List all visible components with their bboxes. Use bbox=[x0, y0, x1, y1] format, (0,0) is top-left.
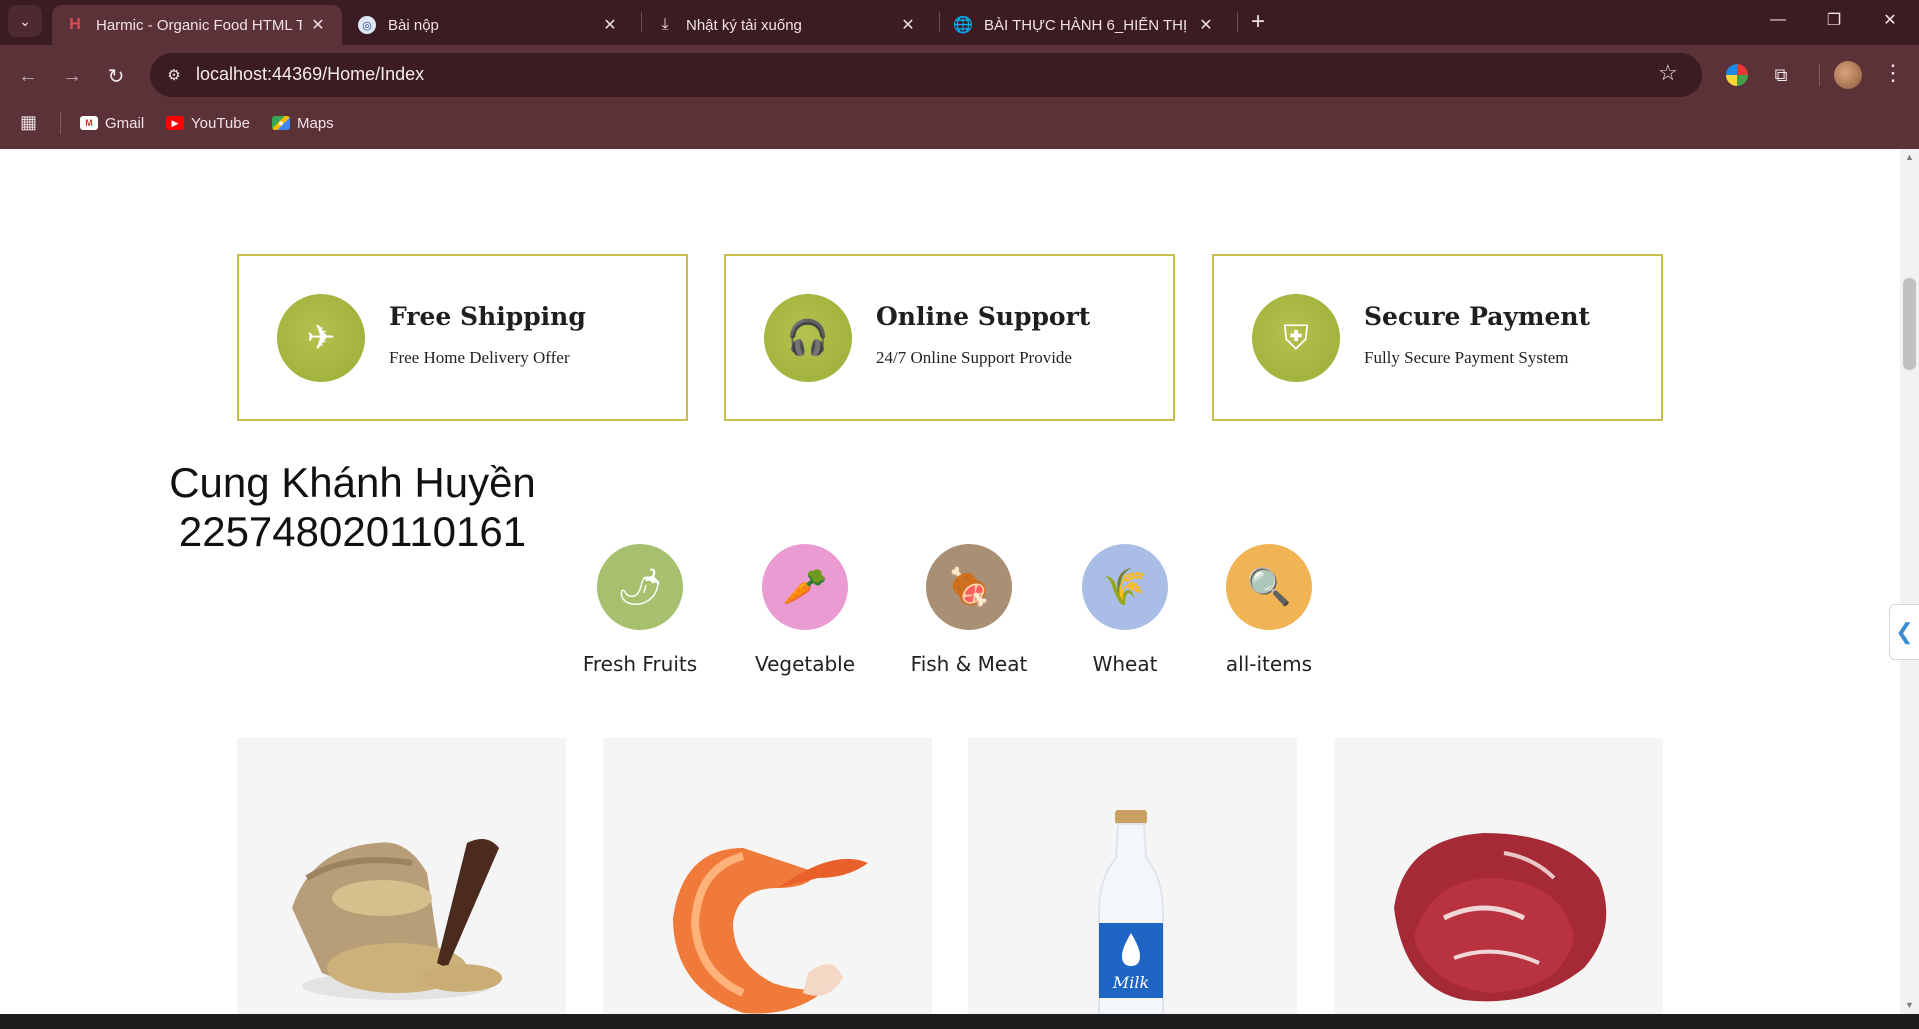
product-card-meat[interactable] bbox=[1334, 738, 1663, 1018]
tab-search-button[interactable]: ⌄ bbox=[8, 5, 42, 37]
download-icon: ⤓ bbox=[661, 16, 669, 33]
grain-sack-image bbox=[292, 839, 502, 1000]
tab-title: Harmic - Organic Food HTML Te bbox=[96, 16, 302, 34]
all-items-icon: 🔍 bbox=[1226, 544, 1312, 630]
plus-icon: + bbox=[1250, 8, 1265, 35]
tab-title: BÀI THỰC HÀNH 6_HIỂN THỊ CÁ bbox=[984, 16, 1190, 34]
youtube-icon: ▶ bbox=[166, 116, 184, 130]
toolbar-separator bbox=[1804, 60, 1834, 90]
tab-bai-nop[interactable]: ◎ Bài nộp ✕ bbox=[344, 5, 634, 45]
os-taskbar bbox=[0, 1014, 1919, 1029]
raw-meat-image bbox=[1394, 833, 1607, 1002]
feature-subtitle: Free Home Delivery Offer bbox=[389, 348, 570, 367]
feature-secure-payment: ⛨ Secure Payment Fully Secure Payment Sy… bbox=[1212, 254, 1663, 421]
bookmark-label: YouTube bbox=[191, 114, 250, 132]
tab-title: Nhật ký tải xuống bbox=[686, 16, 802, 34]
bookmark-star-icon[interactable]: ☆ bbox=[1658, 60, 1678, 86]
tab-harmic[interactable]: H Harmic - Organic Food HTML Te ✕ bbox=[52, 5, 342, 45]
extensions-puzzle-icon[interactable]: ⧉ bbox=[1766, 60, 1796, 90]
headset-icon: 🎧 bbox=[764, 294, 852, 382]
bookmark-label: Gmail bbox=[105, 114, 145, 132]
svg-text:Milk: Milk bbox=[1112, 973, 1149, 992]
new-tab-button[interactable]: + bbox=[1244, 8, 1272, 36]
product-card-milk[interactable]: Milk bbox=[968, 738, 1297, 1018]
feature-free-shipping: ✈ Free Shipping Free Home Delivery Offer bbox=[237, 254, 688, 421]
profile-avatar[interactable] bbox=[1834, 61, 1862, 89]
tab-title: Bài nộp bbox=[388, 16, 439, 34]
student-info: Cung Khánh Huyền 225748020110161 bbox=[140, 458, 565, 556]
restore-icon: ❐ bbox=[1826, 12, 1842, 29]
chevron-left-icon: ❮ bbox=[1895, 619, 1914, 644]
site-info-button[interactable]: ⚙ bbox=[160, 61, 188, 89]
minimize-button[interactable]: — bbox=[1750, 0, 1806, 40]
category-all-items[interactable]: 🔍 all-items bbox=[1199, 544, 1339, 676]
apps-grid-icon[interactable]: ▦ bbox=[20, 112, 37, 133]
shield-icon: ⛨ bbox=[1252, 294, 1340, 382]
restore-button[interactable]: ❐ bbox=[1806, 0, 1862, 40]
close-icon[interactable]: ✕ bbox=[1196, 15, 1216, 35]
forward-button[interactable]: → bbox=[56, 60, 88, 92]
url-text[interactable]: localhost:44369/Home/Index bbox=[196, 64, 424, 85]
category-wheat[interactable]: 🌾 Wheat bbox=[1055, 544, 1195, 676]
feature-online-support: 🎧 Online Support 24/7 Online Support Pro… bbox=[724, 254, 1175, 421]
tab-bar: ⌄ H Harmic - Organic Food HTML Te ✕ ◎ Bà… bbox=[0, 0, 1919, 45]
back-button[interactable]: ← bbox=[12, 60, 44, 92]
close-icon: ✕ bbox=[1883, 12, 1897, 29]
airplane-icon: ✈ bbox=[277, 294, 365, 382]
bookmarks-separator bbox=[60, 112, 61, 134]
close-icon[interactable]: ✕ bbox=[308, 15, 328, 35]
wheat-icon: 🌾 bbox=[1082, 544, 1168, 630]
feature-title: Online Support bbox=[876, 302, 1091, 331]
tab-downloads[interactable]: ⤓ Nhật ký tải xuống ✕ bbox=[642, 5, 932, 45]
globe-icon: 🌐 bbox=[953, 17, 973, 34]
fruits-icon: 🌶 bbox=[597, 544, 683, 630]
product-card-grain[interactable] bbox=[237, 738, 566, 1018]
category-vegetable[interactable]: 🥕 Vegetable bbox=[735, 544, 875, 676]
chevron-down-icon: ⌄ bbox=[19, 12, 31, 29]
close-icon[interactable]: ✕ bbox=[898, 15, 918, 35]
tab-bai-thuc-hanh[interactable]: 🌐 BÀI THỰC HÀNH 6_HIỂN THỊ CÁ ✕ bbox=[940, 5, 1230, 45]
extension-color-icon[interactable] bbox=[1722, 60, 1752, 90]
category-label: Vegetable bbox=[754, 652, 856, 676]
bookmark-label: Maps bbox=[297, 114, 334, 132]
gmail-icon: M bbox=[80, 116, 98, 130]
shrimp-image bbox=[673, 848, 868, 1014]
scroll-thumb[interactable] bbox=[1903, 278, 1916, 370]
vegetable-icon: 🥕 bbox=[762, 544, 848, 630]
feature-title: Secure Payment bbox=[1364, 302, 1591, 331]
reload-icon: ↻ bbox=[107, 65, 125, 88]
close-window-button[interactable]: ✕ bbox=[1862, 0, 1918, 40]
category-fish-meat[interactable]: 🍖 Fish & Meat bbox=[899, 544, 1039, 676]
bookmark-gmail[interactable]: M Gmail bbox=[80, 110, 144, 136]
category-fresh-fruits[interactable]: 🌶 Fresh Fruits bbox=[570, 544, 710, 676]
feature-subtitle: Fully Secure Payment System bbox=[1364, 348, 1569, 367]
bookmark-maps[interactable]: ● Maps bbox=[272, 110, 334, 136]
bookmark-youtube[interactable]: ▶ YouTube bbox=[166, 110, 250, 136]
harmic-h-icon: H bbox=[69, 16, 81, 33]
arrow-left-icon: ← bbox=[18, 64, 38, 87]
close-icon[interactable]: ✕ bbox=[600, 15, 620, 35]
milk-bottle-image: Milk bbox=[1098, 810, 1164, 1018]
student-name: Cung Khánh Huyền bbox=[169, 459, 536, 506]
tab-separator bbox=[1237, 12, 1238, 32]
minimize-icon: — bbox=[1770, 11, 1786, 28]
moodle-icon: ◎ bbox=[358, 16, 376, 34]
reload-button[interactable]: ↻ bbox=[100, 60, 132, 92]
scroll-up-icon[interactable]: ▲ bbox=[1903, 152, 1916, 162]
arrow-right-icon: → bbox=[62, 64, 82, 87]
product-card-shrimp[interactable] bbox=[603, 738, 932, 1018]
fish-meat-icon: 🍖 bbox=[926, 544, 1012, 630]
maps-icon: ● bbox=[272, 116, 290, 130]
tune-icon: ⚙ bbox=[167, 67, 181, 84]
category-label: Fish & Meat bbox=[910, 652, 1028, 676]
student-id: 225748020110161 bbox=[178, 508, 527, 555]
feature-subtitle: 24/7 Online Support Provide bbox=[876, 348, 1072, 367]
feature-title: Free Shipping bbox=[389, 302, 586, 331]
category-label: Wheat bbox=[1092, 652, 1158, 676]
category-label: Fresh Fruits bbox=[582, 652, 698, 676]
category-label: all-items bbox=[1225, 652, 1313, 676]
side-panel-toggle[interactable]: ❮ bbox=[1889, 604, 1919, 660]
more-menu-icon[interactable]: ⋮ bbox=[1882, 60, 1904, 86]
scroll-down-icon[interactable]: ▼ bbox=[1903, 1000, 1916, 1010]
